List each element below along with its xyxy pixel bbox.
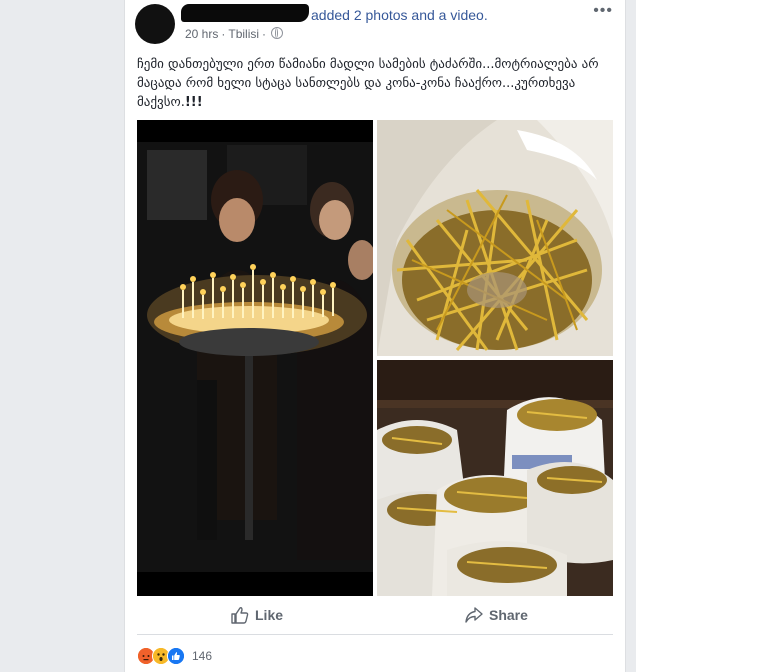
video-thumbnail[interactable] xyxy=(137,120,373,596)
share-button[interactable]: Share xyxy=(465,599,528,631)
meta-separator: · xyxy=(262,27,267,41)
share-arrow-icon xyxy=(465,607,483,623)
reaction-summary[interactable]: 146 xyxy=(137,647,212,665)
meta-separator: · xyxy=(221,27,226,41)
like-reaction-icon xyxy=(167,647,185,665)
action-divider xyxy=(137,634,613,635)
like-label: Like xyxy=(255,607,284,623)
avatar-redacted[interactable] xyxy=(135,4,175,44)
author-name-redacted[interactable] xyxy=(181,4,309,22)
candles-bag-image xyxy=(377,120,613,356)
photo-candles-bag[interactable] xyxy=(377,120,613,356)
post-text-emphasis: !!! xyxy=(184,95,203,110)
globe-icon[interactable] xyxy=(271,27,284,39)
action-bar: Like Share xyxy=(137,599,613,631)
ellipsis-icon[interactable]: ••• xyxy=(593,2,613,20)
photo-candle-sacks[interactable] xyxy=(377,360,613,596)
post-meta: 20 hrs · Tbilisi · xyxy=(185,27,284,41)
reaction-count: 146 xyxy=(192,649,213,663)
post-header-text: added 2 photos and a video. xyxy=(311,7,488,23)
post-card: added 2 photos and a video. 20 hrs · Tbili… xyxy=(124,0,626,672)
post-text: ჩემი დანთებული ერთ წამიანი მადლი სამების… xyxy=(137,57,599,110)
post-location[interactable]: Tbilisi xyxy=(228,27,259,41)
thumbs-up-icon xyxy=(231,607,249,624)
post-body: ჩემი დანთებული ერთ წამიანი მადლი სამების… xyxy=(137,55,615,112)
like-button[interactable]: Like xyxy=(231,599,283,631)
media-grid xyxy=(137,120,613,596)
candle-sacks-image xyxy=(377,360,613,596)
candles-video-image xyxy=(137,120,373,596)
post-time[interactable]: 20 hrs xyxy=(185,27,218,41)
share-label: Share xyxy=(489,607,528,623)
action-text[interactable]: added 2 photos and a video. xyxy=(311,7,488,23)
right-sidebar-blank xyxy=(636,0,768,672)
